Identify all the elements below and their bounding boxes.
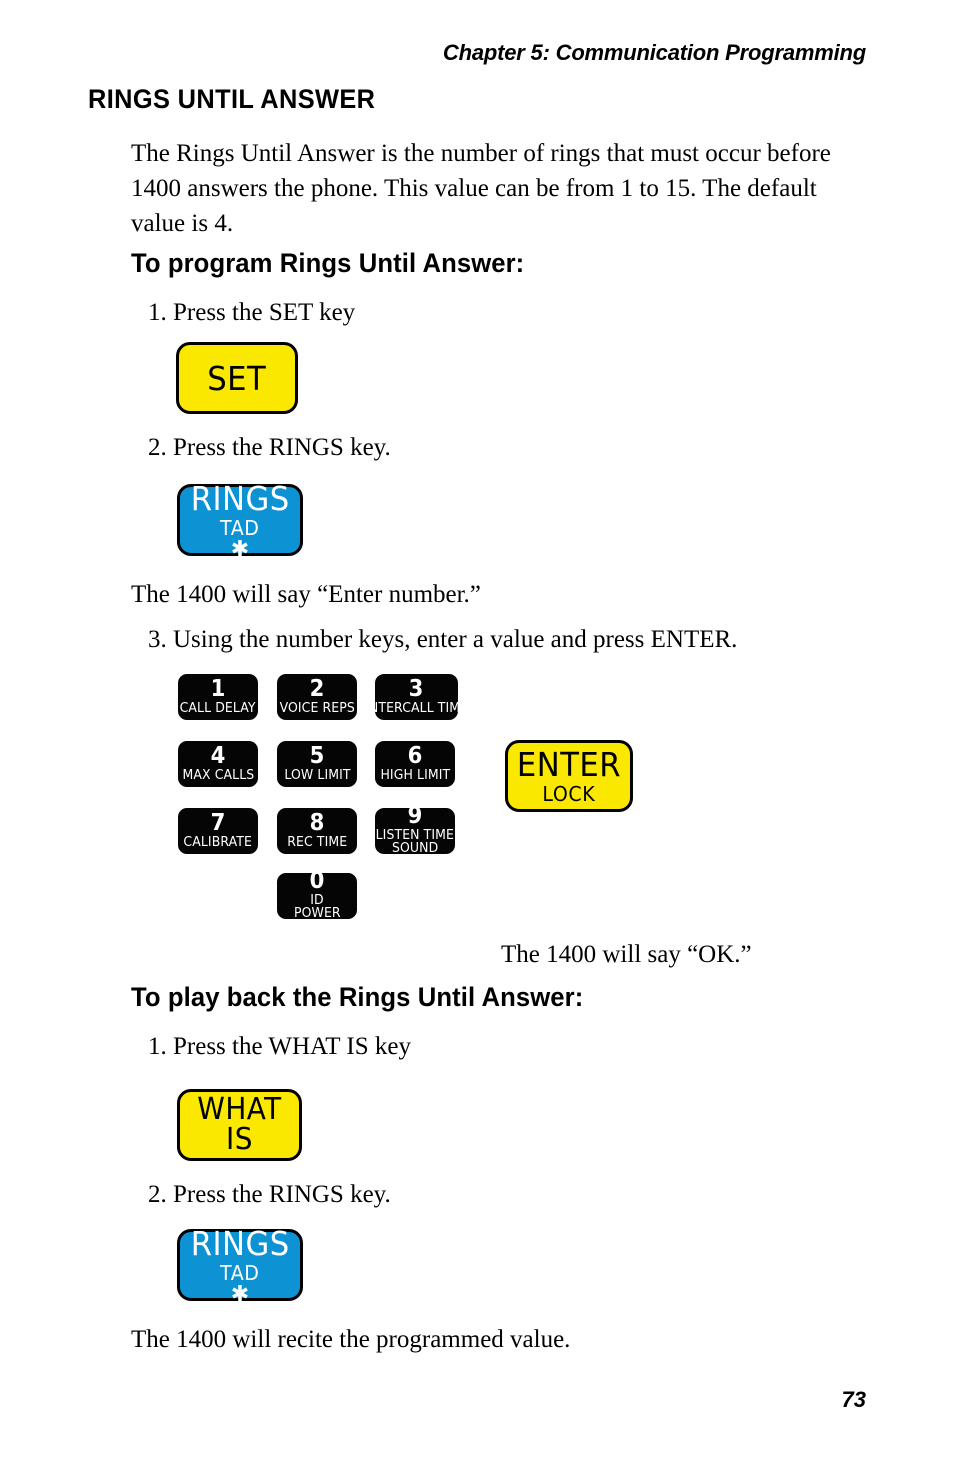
numeric-key-5-label: LOW LIMIT bbox=[283, 767, 351, 783]
numeric-key-8[interactable]: 8 REC TIME bbox=[277, 808, 357, 854]
numeric-key-6[interactable]: 6 HIGH LIMIT bbox=[375, 741, 455, 787]
numeric-key-1-digit: 1 bbox=[210, 675, 226, 702]
enter-key-sublabel: LOCK bbox=[542, 782, 596, 806]
numeric-key-1[interactable]: 1 CALL DELAY bbox=[178, 674, 258, 720]
numeric-key-5[interactable]: 5 LOW LIMIT bbox=[277, 741, 357, 787]
numeric-key-8-label: REC TIME bbox=[287, 834, 347, 850]
numeric-key-8-digit: 8 bbox=[309, 809, 325, 836]
prompt-enter-number: The 1400 will say “Enter number.” bbox=[131, 581, 481, 608]
prompt-ok: The 1400 will say “OK.” bbox=[501, 941, 752, 968]
numeric-key-0[interactable]: 0 ID POWER bbox=[277, 868, 357, 921]
numeric-key-2[interactable]: 2 VOICE REPS bbox=[277, 674, 357, 720]
playback-step-1: 1. Press the WHAT IS key bbox=[148, 1033, 411, 1060]
page-number: 73 bbox=[841, 1387, 866, 1412]
numeric-key-9-digit: 9 bbox=[407, 803, 423, 829]
numeric-key-6-digit: 6 bbox=[407, 742, 423, 769]
numeric-key-7[interactable]: 7 CALIBRATE bbox=[178, 808, 258, 854]
what-is-key[interactable]: WHAT IS bbox=[177, 1089, 302, 1161]
rings-key-playback[interactable]: RINGS TAD ✱ bbox=[177, 1223, 303, 1307]
numeric-key-2-digit: 2 bbox=[309, 675, 325, 702]
numeric-key-6-label: HIGH LIMIT bbox=[380, 767, 450, 783]
program-step-1: 1. Press the SET key bbox=[148, 299, 356, 326]
document-page: Chapter 5: Communication Programming RIN… bbox=[0, 0, 954, 1475]
numeric-key-3-digit: 3 bbox=[409, 675, 424, 702]
numeric-key-0-label-2: POWER bbox=[293, 906, 341, 921]
program-step-3: 3. Using the number keys, enter a value … bbox=[148, 626, 738, 653]
playback-result: The 1400 will recite the programmed valu… bbox=[131, 1326, 571, 1353]
intro-paragraph: The Rings Until Answer is the number of … bbox=[131, 140, 831, 237]
playback-step-2: 2. Press the RINGS key. bbox=[148, 1181, 391, 1208]
numeric-key-3[interactable]: 3 INTERCALL TIME bbox=[365, 674, 468, 720]
rings-key-playback-label: RINGS bbox=[190, 1223, 290, 1263]
numeric-key-7-label: CALIBRATE bbox=[183, 834, 253, 850]
program-section-heading: To program Rings Until Answer: bbox=[131, 248, 525, 278]
program-step-2: 2. Press the RINGS key. bbox=[148, 434, 391, 461]
page-title: RINGS UNTIL ANSWER bbox=[88, 84, 376, 114]
asterisk-icon-playback: ✱ bbox=[230, 1281, 250, 1307]
rings-key-sublabel: TAD bbox=[220, 515, 260, 540]
numeric-key-0-digit: 0 bbox=[309, 868, 325, 894]
numeric-key-3-label: INTERCALL TIME bbox=[365, 700, 469, 716]
numeric-key-9-label-2: SOUND bbox=[391, 841, 439, 856]
what-is-key-label: WHAT IS bbox=[197, 1092, 282, 1157]
numeric-key-9[interactable]: 9 LISTEN TIME SOUND bbox=[375, 803, 455, 856]
numeric-key-7-digit: 7 bbox=[210, 809, 226, 836]
set-key[interactable]: SET bbox=[176, 342, 298, 414]
numeric-key-4-digit: 4 bbox=[210, 742, 226, 769]
enter-key-label: ENTER bbox=[516, 745, 622, 784]
numeric-key-4[interactable]: 4 MAX CALLS bbox=[178, 741, 258, 787]
running-header: Chapter 5: Communication Programming bbox=[442, 40, 866, 65]
enter-key[interactable]: ENTER LOCK bbox=[505, 740, 633, 812]
rings-key-playback-sublabel: TAD bbox=[220, 1260, 260, 1285]
rings-key-label: RINGS bbox=[190, 478, 290, 518]
numeric-key-4-label: MAX CALLS bbox=[182, 767, 254, 783]
numeric-key-5-digit: 5 bbox=[309, 742, 325, 769]
rings-key[interactable]: RINGS TAD ✱ bbox=[177, 478, 303, 562]
numeric-key-2-label: VOICE REPS bbox=[279, 700, 355, 716]
set-key-label: SET bbox=[207, 358, 267, 398]
asterisk-icon: ✱ bbox=[230, 536, 250, 562]
numeric-key-1-label: CALL DELAY bbox=[179, 700, 257, 716]
playback-section-heading: To play back the Rings Until Answer: bbox=[131, 982, 584, 1012]
